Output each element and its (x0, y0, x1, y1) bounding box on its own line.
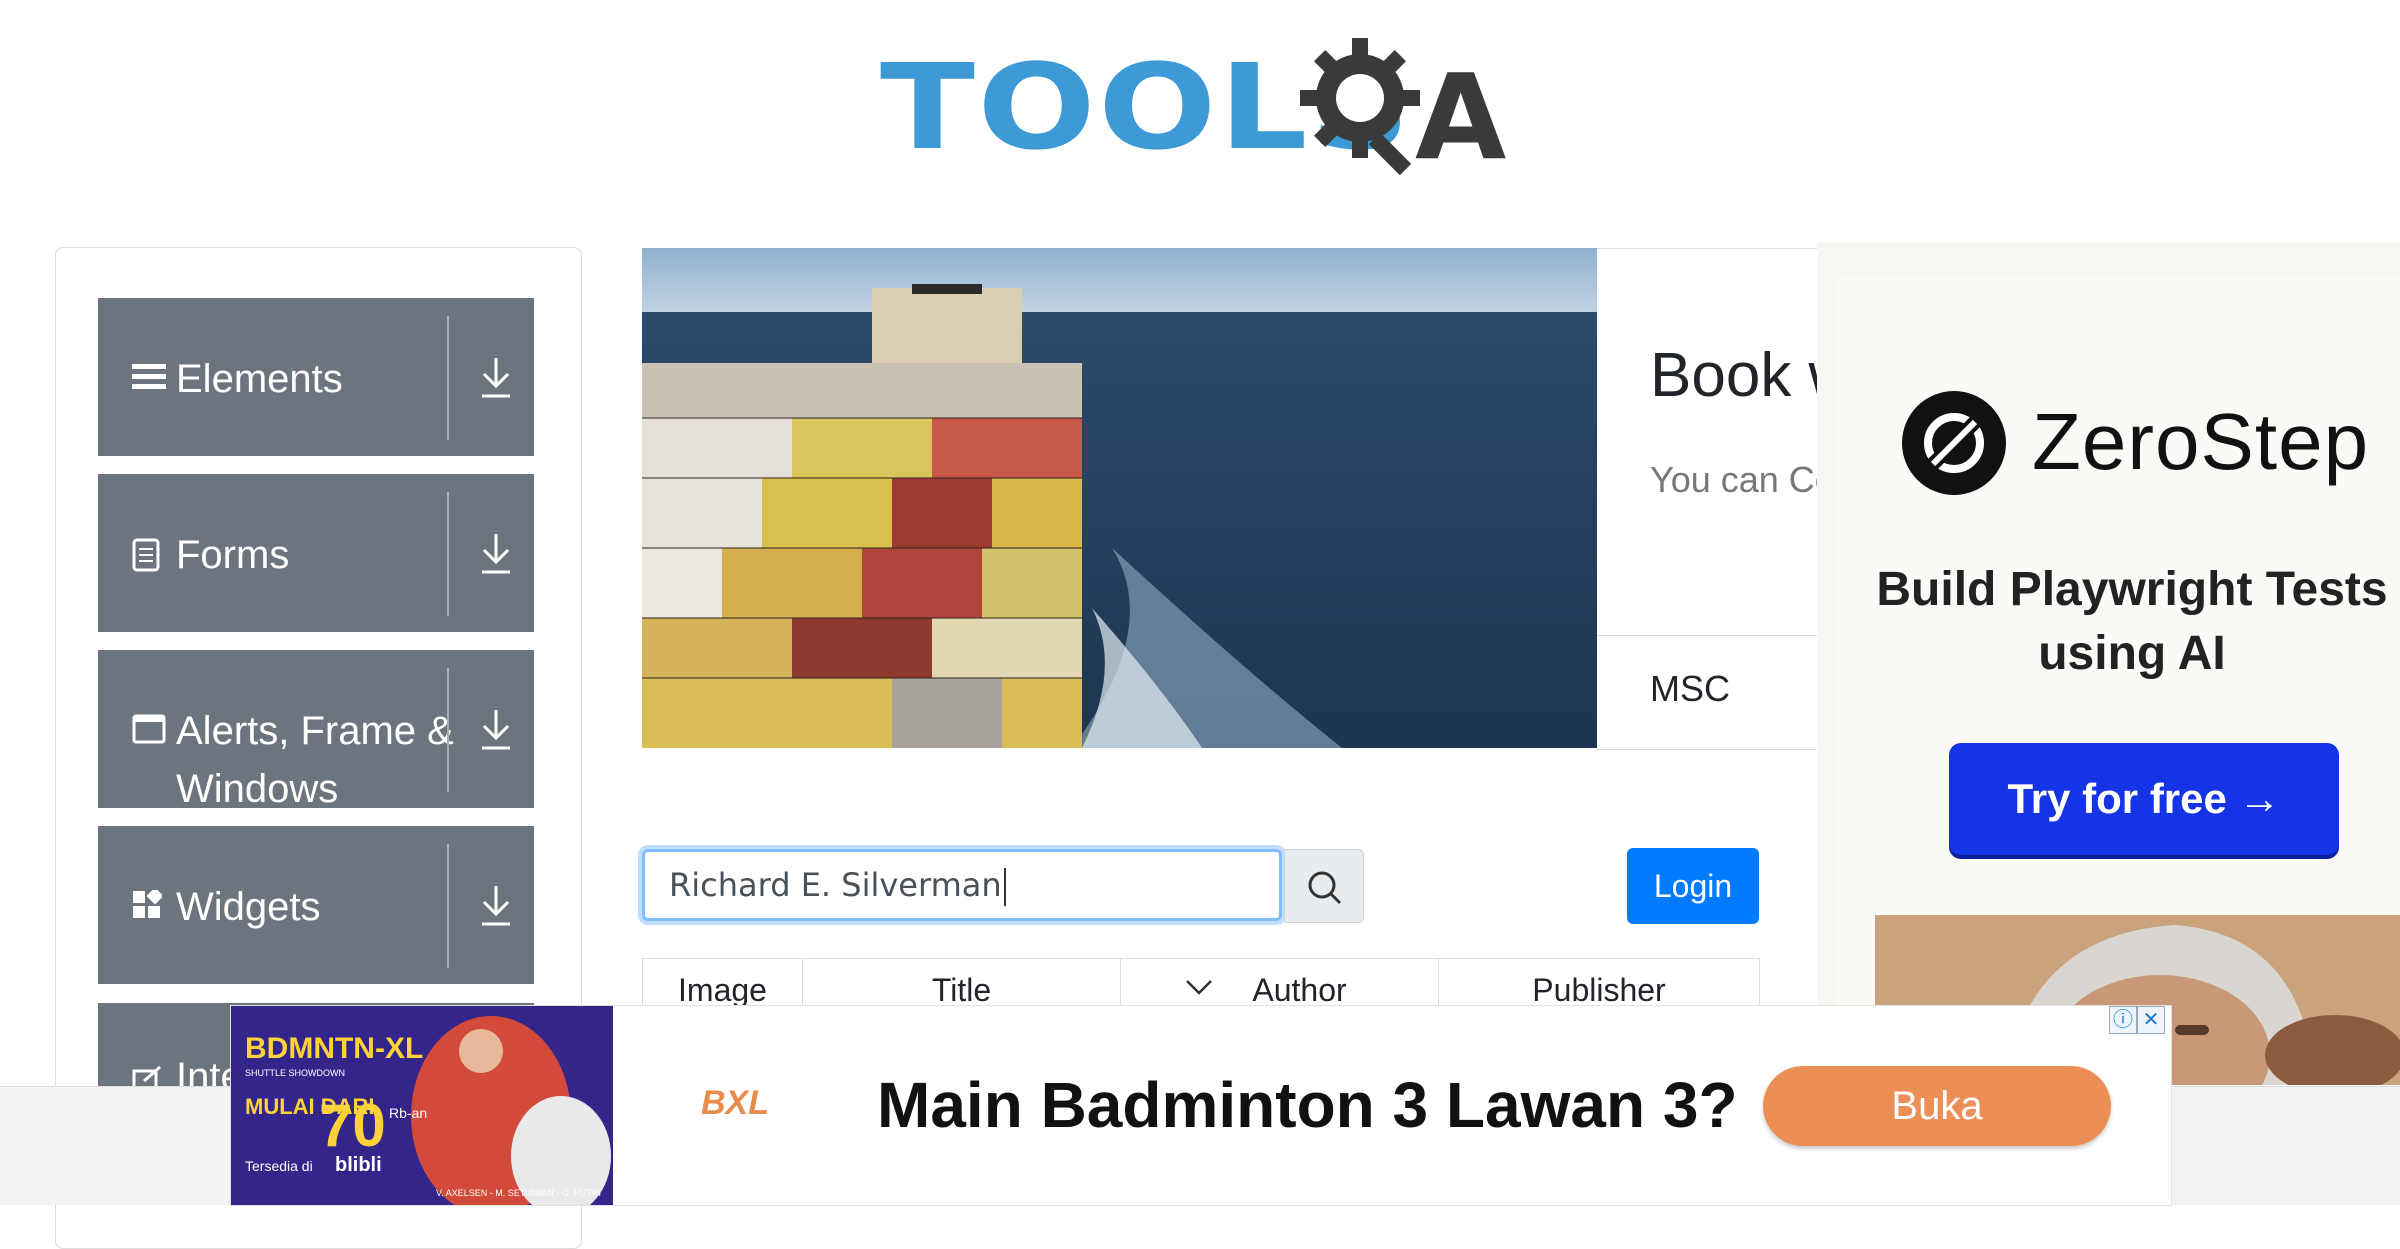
right-ad-content: ZeroStep Build Playwright Tests using AI… (1837, 278, 2400, 1085)
banner-footer: MSC (1650, 668, 1730, 709)
bottom-ad-price: 70 (319, 1092, 386, 1159)
divider (447, 668, 449, 792)
bottom-ad-players: V. AXELSEN - M. SETIAWAN - G. PUTRI (436, 1188, 601, 1198)
right-ad[interactable]: ZeroStep Build Playwright Tests using AI… (1817, 243, 2400, 1085)
menu-label: Alerts, Frame & Windows (176, 709, 454, 811)
window-icon (132, 714, 166, 750)
zerostep-logo-icon (1902, 391, 2006, 495)
search-button[interactable] (1284, 849, 1364, 923)
search-icon (1308, 871, 1342, 905)
try-for-free-button[interactable]: Try for free → (1949, 743, 2339, 855)
bottom-ad-available: Tersedia di (245, 1158, 313, 1174)
logo-suffix: A (1415, 48, 1507, 186)
column-header-author[interactable]: Author (1121, 959, 1439, 1009)
hamburger-icon (132, 362, 166, 398)
menu-label: Elements (176, 357, 343, 401)
bottom-ad-brand: BXL (701, 1084, 769, 1122)
divider (447, 844, 449, 968)
menu-group-elements[interactable]: Elements (98, 298, 534, 456)
toolsqa-logo[interactable]: TOOLS A (880, 28, 1530, 188)
bottom-ad-title: BDMNTN-XL (245, 1032, 423, 1065)
buka-button[interactable]: Buka (1763, 1066, 2111, 1146)
zerostep-tagline: Build Playwright Tests using AI (1876, 563, 2388, 680)
info-icon[interactable]: ⓘ (2109, 1006, 2137, 1034)
bottom-ad-image: BDMNTN-XL SHUTTLE SHOWDOWN MULAI DARI 70… (231, 1006, 613, 1205)
menu-label: Forms (176, 533, 290, 577)
column-header-author-label: Author (1252, 972, 1347, 1008)
bottom-ad-headline: Main Badminton 3 Lawan 3? (877, 1069, 1738, 1141)
download-icon[interactable] (476, 882, 516, 928)
menu-group-widgets[interactable]: Widgets (98, 826, 534, 984)
menu-group-alerts[interactable]: Alerts, Frame & Windows (98, 650, 534, 811)
search-input-value: Richard E. Silverman (669, 866, 1002, 904)
menu-label: Widgets (176, 885, 321, 929)
download-icon[interactable] (476, 530, 516, 576)
login-button[interactable]: Login (1627, 848, 1759, 924)
column-header-publisher[interactable]: Publisher (1439, 959, 1759, 1009)
zerostep-brand: ZeroStep (2032, 397, 2370, 486)
divider (447, 316, 449, 440)
banner-image[interactable] (642, 248, 1597, 748)
column-header-title[interactable]: Title (803, 959, 1121, 1009)
close-icon[interactable]: ✕ (2137, 1006, 2165, 1034)
document-icon (132, 538, 160, 578)
search-input[interactable]: Richard E. Silverman (642, 849, 1282, 921)
bottom-ad-unit: Rb-an (389, 1105, 427, 1121)
download-icon[interactable] (476, 354, 516, 400)
menu-group-forms[interactable]: Forms (98, 474, 534, 632)
bottom-ad[interactable]: BDMNTN-XL SHUTTLE SHOWDOWN MULAI DARI 70… (230, 1005, 2172, 1206)
text-caret (1003, 868, 1006, 906)
widgets-icon (132, 887, 164, 926)
bottom-ad-subtitle: SHUTTLE SHOWDOWN (245, 1068, 345, 1078)
divider (447, 492, 449, 616)
download-icon[interactable] (476, 706, 516, 752)
ad-controls: ⓘ ✕ (2109, 1006, 2169, 1036)
bottom-ad-store: blibli (335, 1154, 382, 1176)
books-table-header: Image Title Author Publisher (642, 958, 1760, 1009)
chevron-down-icon (1186, 980, 1212, 995)
column-header-image[interactable]: Image (643, 959, 803, 1009)
